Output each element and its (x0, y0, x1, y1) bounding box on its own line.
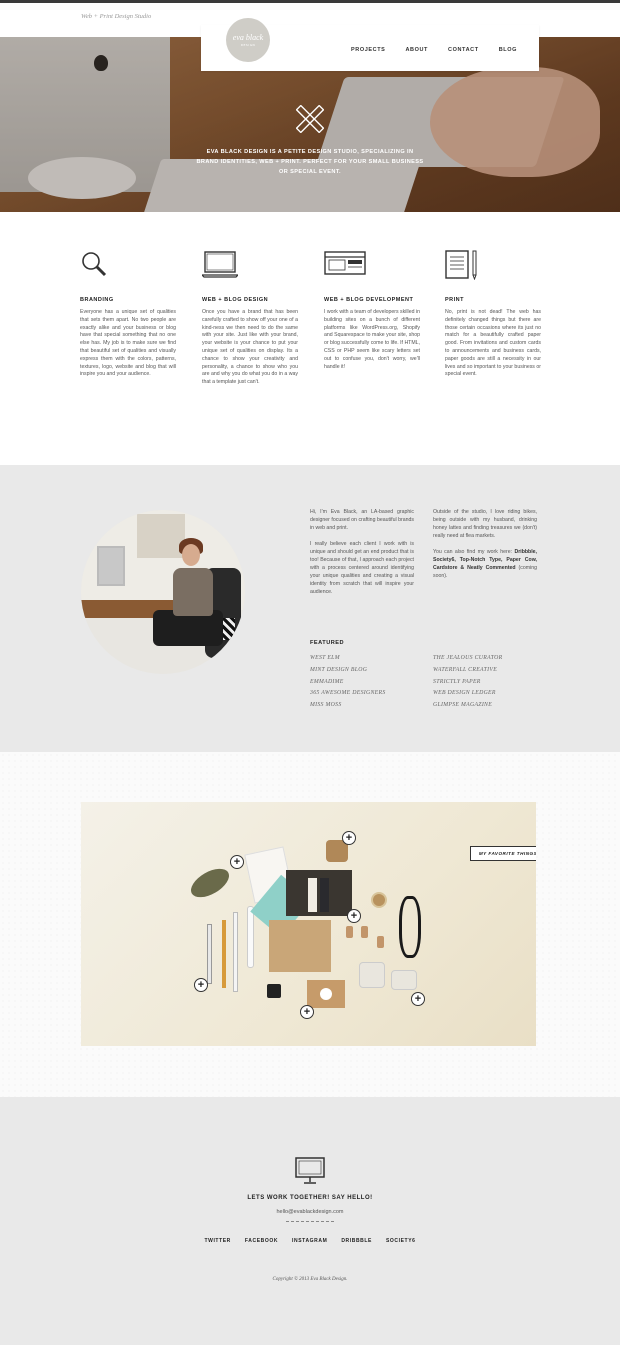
plus-hotspot-icon[interactable]: + (300, 1005, 314, 1019)
plus-hotspot-icon[interactable]: + (342, 831, 356, 845)
service-web-blog-design: WEB + BLOG DESIGN Once you have a brand … (200, 250, 298, 387)
footer-email-link[interactable]: hello@evablackdesign.com (0, 1209, 620, 1215)
logo-sub-text: DESIGN (240, 42, 256, 47)
plus-hotspot-icon[interactable]: + (411, 992, 425, 1006)
favorite-things-ribbon: MY FAVORITE THINGS (470, 846, 536, 861)
plus-hotspot-icon[interactable]: + (230, 855, 244, 869)
about-intro: Hi, I'm Eva Black, an LA-based graphic d… (310, 509, 414, 531)
pencil-item (222, 920, 226, 988)
photo-moodboard (137, 514, 185, 558)
pen-white-item (233, 912, 238, 992)
plus-hotspot-icon[interactable]: + (194, 978, 208, 992)
laptop-icon (200, 251, 240, 278)
desktop-monitor-icon (295, 1157, 325, 1184)
social-facebook-link[interactable]: FACEBOOK (245, 1238, 278, 1244)
about-section: Hi, I'm Eva Black, an LA-based graphic d… (0, 465, 620, 752)
nav-contact[interactable]: CONTACT (448, 47, 479, 53)
service-text: No, print is not dead! The web has defin… (445, 309, 541, 378)
kraft-envelope-item (269, 920, 331, 972)
about-column-2: Outside of the studio, I love riding bik… (433, 508, 537, 588)
featured-item[interactable]: WEB DESIGN LEDGER (433, 688, 543, 700)
featured-item[interactable]: EMMADIME (310, 677, 420, 689)
site-logo[interactable]: eva black DESIGN (226, 18, 270, 62)
marker-item (247, 906, 254, 968)
footer-copyright: Copyright © 2013 Eva Black Design. (272, 1277, 348, 1282)
pencil-ruler-icon (296, 105, 324, 133)
social-instagram-link[interactable]: INSTAGRAM (292, 1238, 327, 1244)
cork-item (346, 926, 353, 938)
service-text: Once you have a brand that has been care… (202, 309, 298, 386)
footer-social-links: TWITTER FACEBOOK INSTAGRAM DRIBBBLE SOCI… (0, 1238, 620, 1244)
designer-portrait-photo (81, 510, 245, 674)
about-column-1: Hi, I'm Eva Black, an LA-based graphic d… (310, 508, 414, 604)
card-logo (320, 988, 332, 1000)
eyeglasses-item (399, 896, 421, 958)
hero-statement: EVA BLACK DESIGN IS A PETITE DESIGN STUD… (196, 149, 424, 175)
dried-flowers-item (186, 862, 234, 904)
photo-monitor (97, 546, 125, 586)
featured-list-right: THE JEALOUS CURATOR WATERFALL CREATIVE S… (433, 653, 543, 712)
services-section: BRANDING Everyone has a unique set of qu… (80, 250, 541, 430)
featured-heading: FEATURED (310, 640, 345, 646)
site-tagline: Web + Print Design Studio (81, 13, 152, 20)
footer-divider (286, 1221, 334, 1222)
photo-body (173, 568, 213, 616)
logo-script-text: eva black (232, 32, 264, 42)
about-find-work: You can also find my work here: Dribbble… (433, 548, 537, 580)
service-branding: BRANDING Everyone has a unique set of qu… (80, 250, 176, 379)
glass-bottle-item (359, 962, 385, 988)
pen-item (207, 924, 212, 984)
nav-about[interactable]: ABOUT (405, 47, 428, 53)
footer-section: LETS WORK TOGETHER! SAY HELLO! hello@eva… (0, 1097, 620, 1345)
about-outside-studio: Outside of the studio, I love riding bik… (433, 509, 537, 539)
service-text: Everyone has a unique set of qualities t… (80, 309, 176, 378)
cork-item (361, 926, 368, 938)
social-twitter-link[interactable]: TWITTER (204, 1238, 230, 1244)
find-work-lead: You can also find my work here: (433, 549, 515, 555)
tape-item (371, 892, 387, 908)
photo-groom (320, 878, 329, 912)
featured-list-left: WEST ELM MINT DESIGN BLOG EMMADIME 365 A… (310, 653, 420, 712)
paper-pencil-icon (445, 250, 477, 281)
service-print: PRINT No, print is not dead! The web has… (445, 250, 541, 379)
photo-bride (308, 878, 317, 912)
featured-item[interactable]: MINT DESIGN BLOG (310, 665, 420, 677)
social-society6-link[interactable]: SOCIETY6 (386, 1238, 416, 1244)
service-title: WEB + BLOG DEVELOPMENT (324, 297, 414, 303)
wedding-photo-item (286, 870, 352, 916)
glass-bottle-item (391, 970, 417, 990)
social-dribbble-link[interactable]: DRIBBBLE (341, 1238, 372, 1244)
service-web-blog-development: WEB + BLOG DEVELOPMENT I work with a tea… (324, 250, 420, 371)
magnifier-icon (82, 252, 107, 277)
plus-hotspot-icon[interactable]: + (347, 909, 361, 923)
favorites-section: + + + + + + MY FAVORITE THINGS (0, 752, 620, 1097)
nav-projects[interactable]: PROJECTS (351, 47, 385, 53)
cork-item (377, 936, 384, 948)
featured-item[interactable]: STRICTLY PAPER (433, 677, 543, 689)
top-border (0, 0, 620, 3)
favorite-things-flatlay: + + + + + + MY FAVORITE THINGS (81, 802, 536, 1046)
service-title: PRINT (445, 297, 464, 303)
business-card-item (307, 980, 345, 1008)
service-title: BRANDING (80, 297, 114, 303)
nav-blog[interactable]: BLOG (499, 47, 517, 53)
featured-item[interactable]: THE JEALOUS CURATOR (433, 653, 543, 665)
featured-item[interactable]: 365 AWESOME DESIGNERS (310, 688, 420, 700)
photo-face (182, 544, 200, 566)
footer-cta-title: LETS WORK TOGETHER! SAY HELLO! (247, 1195, 373, 1201)
featured-item[interactable]: WEST ELM (310, 653, 420, 665)
featured-item[interactable]: WATERFALL CREATIVE (433, 665, 543, 677)
about-approach: I really believe each client I work with… (310, 541, 414, 595)
header-nav-box: eva black DESIGN PROJECTS ABOUT CONTACT … (201, 18, 539, 71)
service-title: WEB + BLOG DESIGN (202, 297, 269, 303)
featured-item[interactable]: MISS MOSS (310, 700, 420, 712)
browser-window-icon (324, 251, 366, 275)
main-nav: PROJECTS ABOUT CONTACT BLOG (351, 47, 517, 53)
sharpener-item (267, 984, 281, 998)
service-text: I work with a team of developers skilled… (324, 309, 421, 370)
featured-item[interactable]: GLIMPSE MAGAZINE (433, 700, 543, 712)
